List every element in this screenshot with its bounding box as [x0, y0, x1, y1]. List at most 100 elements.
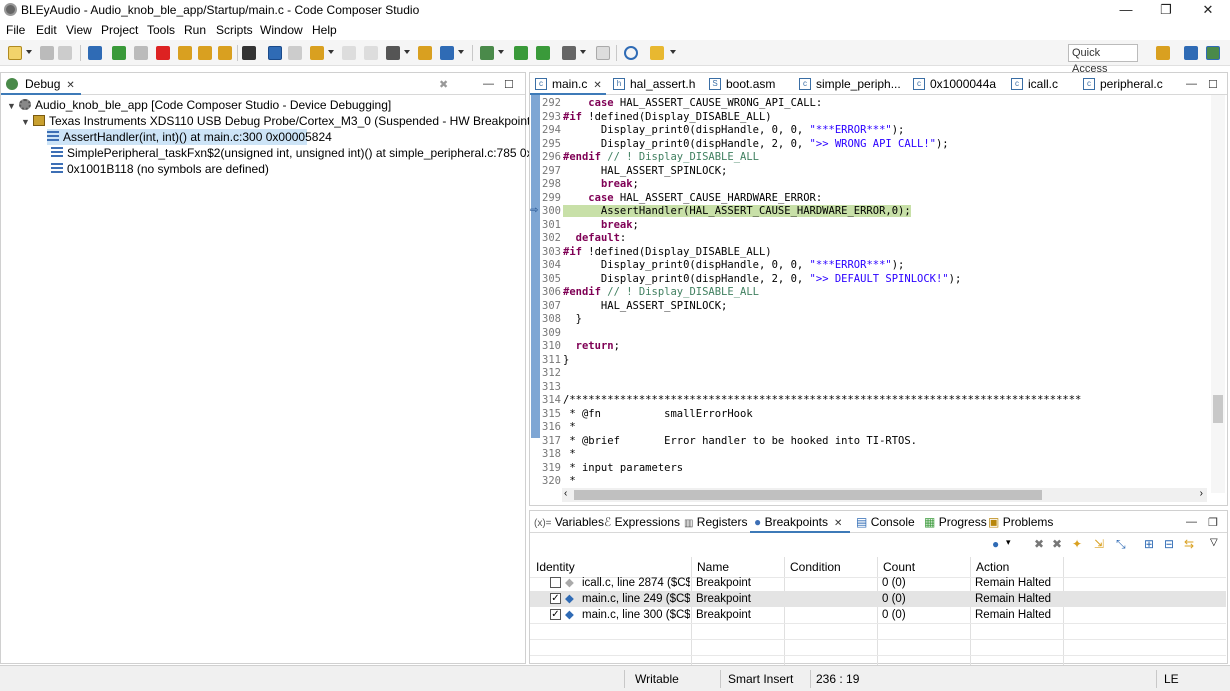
skip-all-icon[interactable]: ⤡: [1116, 537, 1126, 552]
minimize-view-icon[interactable]: —: [483, 78, 494, 90]
editor-horizontal-scrollbar[interactable]: ‹ ›: [562, 488, 1207, 502]
toggle-mark-icon[interactable]: [596, 46, 610, 60]
tab-problems[interactable]: ▣ Problems: [984, 511, 1053, 533]
save-all-icon[interactable]: [58, 46, 72, 60]
code-line[interactable]: 296 #endif // ! Display_DISABLE_ALL: [540, 151, 759, 165]
open-perspective-icon[interactable]: [1156, 46, 1170, 60]
code-line[interactable]: 307 HAL_ASSERT_SPINLOCK;: [540, 300, 727, 314]
skip-breakpoints-icon[interactable]: [364, 46, 378, 60]
new-dropdown-icon[interactable]: [26, 50, 32, 54]
column-header-name[interactable]: Name: [697, 557, 729, 577]
breakpoint-row[interactable]: ◆ icall.c, line 2874 ($C$L8 Breakpoint 0…: [530, 575, 1226, 591]
code-line[interactable]: 309: [540, 327, 563, 341]
enable-checkbox[interactable]: ✓: [550, 609, 561, 620]
tab-address[interactable]: c 0x1000044a: [908, 73, 1008, 95]
code-line[interactable]: 298 break;: [540, 178, 639, 192]
menu-edit[interactable]: Edit: [36, 23, 57, 37]
memory-browser-icon[interactable]: [242, 46, 256, 60]
code-line[interactable]: 303 #if !defined(Display_DISABLE_ALL): [540, 246, 772, 260]
tools-dropdown-icon[interactable]: [580, 50, 586, 54]
remove-all-breakpoints-icon[interactable]: ✖: [1052, 537, 1062, 551]
tab-variables[interactable]: (x)= Variables: [530, 511, 604, 533]
code-line[interactable]: 308 }: [540, 313, 582, 327]
save-icon[interactable]: [40, 46, 54, 60]
connect-icon[interactable]: [268, 46, 282, 60]
tools-icon[interactable]: [562, 46, 576, 60]
scroll-thumb[interactable]: [574, 490, 1042, 500]
show-breakpoints-icon[interactable]: ✦: [1072, 537, 1082, 551]
close-icon[interactable]: ✕: [834, 518, 842, 529]
menu-project[interactable]: Project: [101, 23, 138, 37]
tab-breakpoints[interactable]: ● Breakpoints ✕: [750, 511, 850, 533]
expand-arrow-icon[interactable]: ▼: [21, 114, 33, 130]
expand-arrow-icon[interactable]: ▼: [7, 98, 19, 114]
minimize-view-icon[interactable]: —: [1186, 516, 1197, 528]
menu-tools[interactable]: Tools: [147, 23, 175, 37]
column-header-condition[interactable]: Condition: [790, 557, 841, 577]
menu-scripts[interactable]: Scripts: [216, 23, 253, 37]
load-program-icon[interactable]: [310, 46, 324, 60]
code-line-current[interactable]: 300 AssertHandler(HAL_ASSERT_CAUSE_HARDW…: [540, 205, 911, 219]
column-header-identity[interactable]: Identity: [536, 557, 575, 577]
enable-checkbox[interactable]: ✓: [550, 593, 561, 604]
maximize-view-icon[interactable]: ☐: [504, 78, 514, 91]
code-line[interactable]: 317 * @brief Error handler to be hooked …: [540, 435, 917, 449]
code-line[interactable]: 304 Display_print0(dispHandle, 0, 0, "**…: [540, 259, 904, 273]
code-line[interactable]: 314/************************************…: [540, 394, 1081, 408]
step-over-icon[interactable]: [198, 46, 212, 60]
maximize-view-icon[interactable]: ☐: [1208, 78, 1218, 91]
code-line[interactable]: 318 *: [540, 448, 576, 462]
step-back-icon[interactable]: [536, 46, 550, 60]
build-icon[interactable]: [386, 46, 400, 60]
new-icon[interactable]: [8, 46, 22, 60]
suspend-icon[interactable]: [134, 46, 148, 60]
code-line[interactable]: 305 Display_print0(dispHandle, 2, 0, ">>…: [540, 273, 961, 287]
resume-icon[interactable]: [112, 46, 126, 60]
new-breakpoint-icon[interactable]: ●: [992, 537, 999, 551]
new-breakpoint-dropdown-icon[interactable]: ▾: [1006, 537, 1011, 548]
go-to-file-icon[interactable]: ⇲: [1094, 537, 1104, 551]
debug-gutter[interactable]: [531, 95, 540, 438]
close-icon[interactable]: ✕: [593, 80, 601, 91]
tree-item-project[interactable]: ▼ Audio_knob_ble_app [Code Composer Studi…: [7, 97, 391, 113]
tab-progress[interactable]: ▦ Progress: [920, 511, 987, 533]
run-icon[interactable]: [418, 46, 432, 60]
menu-window[interactable]: Window: [260, 23, 303, 37]
remove-terminated-icon[interactable]: ✖: [439, 78, 448, 91]
remove-breakpoint-icon[interactable]: ✖: [1034, 537, 1044, 551]
debug-view-icon[interactable]: [88, 46, 102, 60]
build-dropdown-icon[interactable]: [404, 50, 410, 54]
quick-access-input[interactable]: Quick Access: [1068, 44, 1138, 75]
expand-all-icon[interactable]: ⊞: [1144, 537, 1154, 551]
stack-frame-address[interactable]: 0x1001B118 (no symbols are defined): [51, 161, 269, 177]
restore-view-icon[interactable]: ❐: [1208, 516, 1218, 529]
stack-frame-task-fxn[interactable]: SimplePeripheral_taskFxn$2(unsigned int,…: [51, 145, 586, 161]
code-line[interactable]: 306 #endif // ! Display_DISABLE_ALL: [540, 286, 759, 300]
code-line[interactable]: 320 *: [540, 475, 576, 489]
code-line[interactable]: 319 * input parameters: [540, 462, 683, 476]
debug-icon[interactable]: [480, 46, 494, 60]
annotation-icon[interactable]: [650, 46, 664, 60]
editor-vertical-scrollbar[interactable]: [1211, 95, 1225, 493]
tab-hal-assert-h[interactable]: h hal_assert.h: [608, 73, 704, 95]
code-line[interactable]: 316 *: [540, 421, 576, 435]
code-line[interactable]: 301 break;: [540, 219, 639, 233]
code-line[interactable]: 313: [540, 381, 563, 395]
scroll-thumb[interactable]: [1213, 395, 1223, 423]
minimize-button[interactable]: —: [1106, 0, 1146, 20]
link-with-debug-icon[interactable]: ⇆: [1184, 537, 1194, 551]
disconnect-icon[interactable]: [288, 46, 302, 60]
ccs-edit-perspective-icon[interactable]: [1184, 46, 1198, 60]
menu-view[interactable]: View: [66, 23, 92, 37]
view-menu-icon[interactable]: ▽: [1210, 537, 1218, 548]
maximize-button[interactable]: ❐: [1146, 0, 1186, 20]
stack-frame-assert-handler[interactable]: AssertHandler(int, int)() at main.c:300 …: [47, 129, 332, 145]
step-into-icon[interactable]: [178, 46, 192, 60]
step-return-icon[interactable]: [218, 46, 232, 60]
close-button[interactable]: ✕: [1188, 0, 1228, 20]
code-line[interactable]: 302 default:: [540, 232, 626, 246]
code-line[interactable]: 294 Display_print0(dispHandle, 0, 0, "**…: [540, 124, 904, 138]
column-header-count[interactable]: Count: [883, 557, 915, 577]
breakpoint-row[interactable]: ✓ ◆ main.c, line 249 ($C$L9 Breakpoint 0…: [530, 591, 1226, 607]
minimize-view-icon[interactable]: —: [1186, 78, 1197, 90]
